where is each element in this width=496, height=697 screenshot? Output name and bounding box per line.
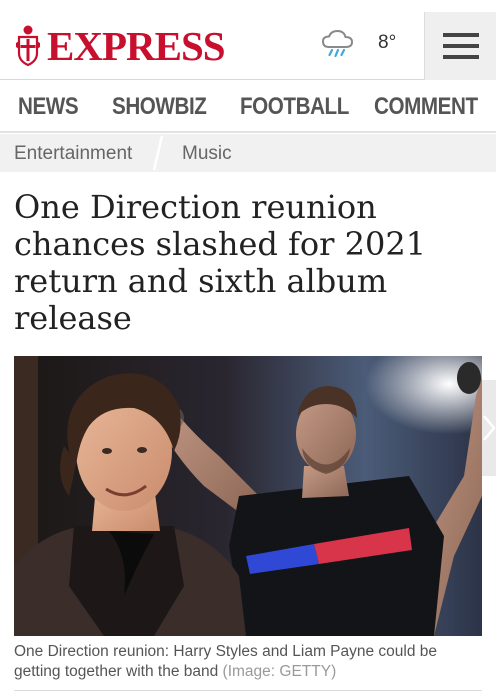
- breadcrumb-separator: [152, 135, 164, 171]
- express-logo[interactable]: EXPRESS: [13, 22, 226, 69]
- hamburger-menu-icon-bar: [442, 55, 479, 59]
- logo-wordmark: EXPRESS: [47, 22, 226, 69]
- nav-item-comment[interactable]: COMMENT: [374, 93, 478, 121]
- article-lead-image[interactable]: [14, 356, 482, 636]
- chevron-right-icon: [483, 415, 496, 441]
- nav-item-news[interactable]: NEWS: [18, 93, 79, 121]
- crusader-crest-icon: [16, 25, 40, 67]
- gallery-next-button[interactable]: [482, 380, 496, 476]
- hamburger-menu-icon-bar: [442, 33, 479, 37]
- temperature: 8°: [378, 32, 397, 53]
- breadcrumb: Entertainment Music: [0, 134, 496, 172]
- nav-item-football[interactable]: FOOTBALL: [240, 93, 349, 121]
- site-header: EXPRESS 8°: [0, 0, 496, 80]
- nav-item-showbiz[interactable]: SHOWBIZ: [112, 93, 207, 121]
- lead-photo: [14, 356, 482, 636]
- article-headline: One Direction reunion chances slashed fo…: [14, 188, 427, 337]
- breadcrumb-music[interactable]: Music: [182, 143, 232, 165]
- rain-cloud-icon: [321, 29, 354, 58]
- weather-widget[interactable]: 8°: [320, 28, 396, 58]
- primary-nav: NEWS SHOWBIZ FOOTBALL COMMENT: [0, 81, 496, 133]
- breadcrumb-entertainment[interactable]: Entertainment: [14, 143, 132, 165]
- hamburger-menu-icon-bar: [442, 44, 479, 48]
- image-caption: One Direction reunion: Harry Styles and …: [14, 642, 484, 682]
- image-credit: (Image: GETTY): [222, 663, 337, 680]
- menu-button[interactable]: [424, 12, 496, 80]
- divider: [14, 690, 482, 691]
